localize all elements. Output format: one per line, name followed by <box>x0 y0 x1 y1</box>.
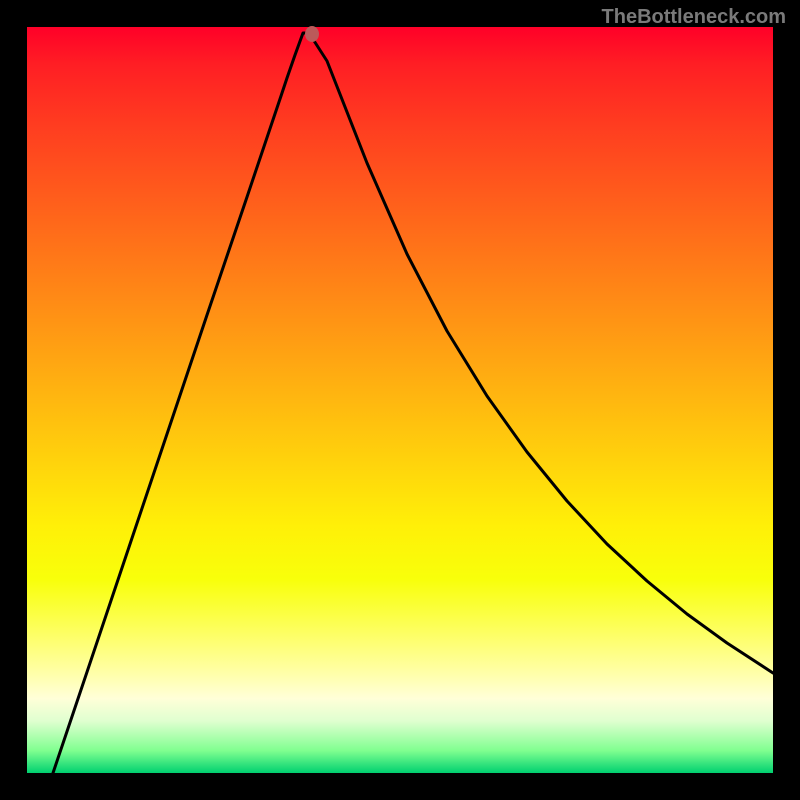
optimal-point-marker <box>305 26 319 42</box>
curve-layer <box>27 27 773 773</box>
watermark-text: TheBottleneck.com <box>602 6 786 29</box>
bottleneck-curve <box>53 33 773 773</box>
plot-area <box>27 27 773 773</box>
chart-container: TheBottleneck.com <box>0 0 800 800</box>
